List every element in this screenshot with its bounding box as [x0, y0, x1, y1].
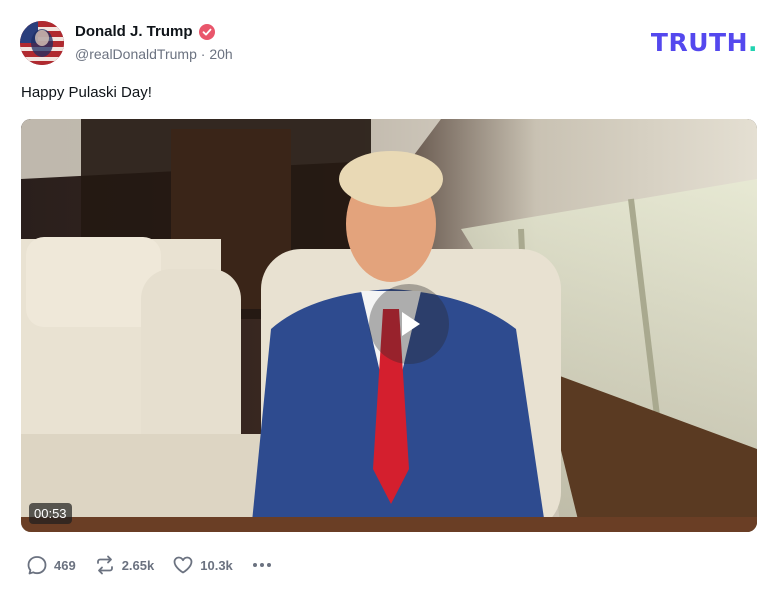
author-handle[interactable]: @realDonaldTrump [75, 46, 197, 62]
video-duration: 00:53 [29, 503, 72, 524]
retruth-count: 2.65k [121, 557, 155, 573]
author-meta: @realDonaldTrump · 20h [75, 46, 233, 62]
logo-dot: . [748, 28, 758, 57]
author-display-name[interactable]: Donald J. Trump [75, 23, 193, 40]
action-bar: 469 2.65k 10.3k [26, 554, 273, 576]
verified-badge-icon [198, 23, 215, 40]
retruth-button[interactable]: 2.65k [94, 554, 155, 576]
video-player[interactable]: 00:53 [21, 119, 757, 532]
like-count: 10.3k [200, 557, 233, 573]
post-text: Happy Pulaski Day! [21, 84, 152, 101]
logo-text: TRUTH [650, 28, 748, 57]
author-name-row: Donald J. Trump [75, 23, 215, 40]
avatar[interactable] [20, 21, 64, 65]
post-time[interactable]: 20h [209, 46, 232, 62]
meta-separator: · [200, 46, 206, 62]
truth-logo[interactable]: TRUTH. [651, 28, 758, 57]
more-options-button[interactable] [251, 554, 273, 576]
truth-post: Donald J. Trump @realDonaldTrump · 20h T… [0, 0, 778, 595]
reply-button[interactable]: 469 [26, 554, 76, 576]
like-button[interactable]: 10.3k [172, 554, 233, 576]
reply-count: 469 [54, 557, 76, 573]
retruth-icon [96, 555, 113, 575]
like-icon [173, 556, 193, 574]
reply-icon [27, 556, 47, 575]
play-button[interactable] [369, 284, 449, 364]
play-icon [402, 312, 420, 336]
more-icon [252, 563, 271, 567]
